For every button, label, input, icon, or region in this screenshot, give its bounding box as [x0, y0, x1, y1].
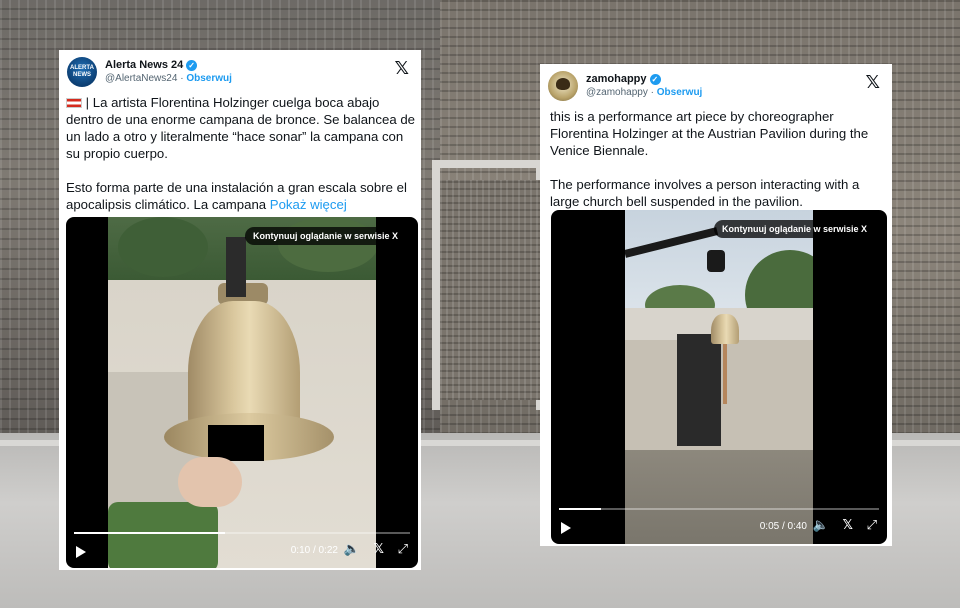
follow-button[interactable]: Obserwuj	[186, 73, 232, 84]
progress-fill	[559, 508, 601, 510]
censor-bar	[208, 425, 264, 461]
x-watch-icon[interactable]: 𝕏	[374, 542, 384, 558]
tweet-card-alerta: ALERTA NEWS Alerta News 24 @AlertaNews24…	[59, 50, 421, 570]
separator-dot: ·	[650, 87, 654, 98]
bell-body	[711, 314, 739, 344]
x-watch-icon[interactable]: 𝕏	[843, 518, 853, 534]
avatar[interactable]	[548, 71, 578, 101]
tweet-header: ALERTA NEWS Alerta News 24 @AlertaNews24…	[67, 54, 413, 90]
show-more-link[interactable]: Pokaż więcej	[270, 197, 347, 212]
progress-bar[interactable]	[559, 508, 879, 510]
tweet-text: | La artista Florentina Holzinger cuelga…	[66, 94, 416, 213]
tweet-header: zamohappy @zamohappy · Obserwuj 𝕏	[548, 68, 884, 104]
author-block: zamohappy @zamohappy · Obserwuj	[586, 72, 702, 100]
avatar-face	[556, 78, 570, 90]
pavilion-door	[677, 334, 721, 446]
tweet-text: this is a performance art piece by chore…	[550, 108, 885, 210]
tweet-paragraph-1: this is a performance art piece by chore…	[550, 109, 869, 158]
video-player[interactable]: Kontynuuj oglądanie w serwisie X 0:10 / …	[66, 217, 418, 568]
video-controls: 0:05 / 0:40 🔈 𝕏 ⤢	[551, 508, 887, 544]
photo-wall-center	[440, 180, 540, 400]
verified-badge-icon	[186, 59, 198, 73]
x-logo-icon[interactable]: 𝕏	[865, 72, 880, 93]
progress-bar[interactable]	[74, 532, 410, 534]
continue-on-x-badge[interactable]: Kontynuuj oglądanie w serwisie X	[713, 220, 875, 238]
tweet-paragraph-1: | La artista Florentina Holzinger cuelga…	[66, 95, 415, 161]
x-logo-icon[interactable]: 𝕏	[394, 58, 409, 79]
fullscreen-icon[interactable]: ⤢	[867, 518, 877, 534]
tweet-paragraph-2: The performance involves a person intera…	[550, 177, 860, 209]
crane-arm	[625, 227, 719, 258]
separator-dot: ·	[180, 73, 184, 84]
crane-head	[707, 250, 725, 272]
author-block: Alerta News 24 @AlertaNews24 · Obserwuj	[105, 58, 232, 86]
austria-flag-icon	[66, 98, 82, 108]
volume-icon[interactable]: 🔈	[813, 518, 829, 534]
author-handle[interactable]: @AlertaNews24	[105, 73, 177, 84]
follow-button[interactable]: Obserwuj	[657, 87, 703, 98]
performer-top	[226, 237, 246, 297]
verified-badge-icon	[649, 73, 661, 87]
video-frame	[108, 217, 376, 568]
performer-body	[178, 457, 242, 507]
time-display: 0:05 / 0:40	[759, 521, 807, 532]
play-icon[interactable]	[561, 522, 571, 534]
fullscreen-icon[interactable]: ⤢	[398, 542, 408, 558]
tree	[118, 217, 208, 277]
progress-fill	[74, 532, 226, 534]
play-icon[interactable]	[76, 546, 86, 558]
continue-on-x-badge[interactable]: Kontynuuj oglądanie w serwisie X	[244, 227, 406, 245]
tweet-card-zamohappy: zamohappy @zamohappy · Obserwuj 𝕏 this i…	[540, 64, 892, 546]
volume-icon[interactable]: 🔈	[344, 542, 360, 558]
video-player[interactable]: Kontynuuj oglądanie w serwisie X 0:05 / …	[551, 210, 887, 544]
author-handle[interactable]: @zamohappy	[586, 87, 648, 98]
video-controls: 0:10 / 0:22 🔈 𝕏 ⤢	[66, 532, 418, 568]
time-display: 0:10 / 0:22	[290, 545, 338, 556]
avatar[interactable]: ALERTA NEWS	[67, 57, 97, 87]
bell-body	[188, 301, 300, 431]
avatar-label: ALERTA NEWS	[70, 65, 94, 78]
performer	[723, 344, 727, 404]
tweet-paragraph-2: Esto forma parte de una instalación a gr…	[66, 180, 407, 212]
author-name[interactable]: Alerta News 24	[105, 58, 183, 72]
video-frame	[625, 210, 813, 544]
author-name[interactable]: zamohappy	[586, 72, 647, 86]
